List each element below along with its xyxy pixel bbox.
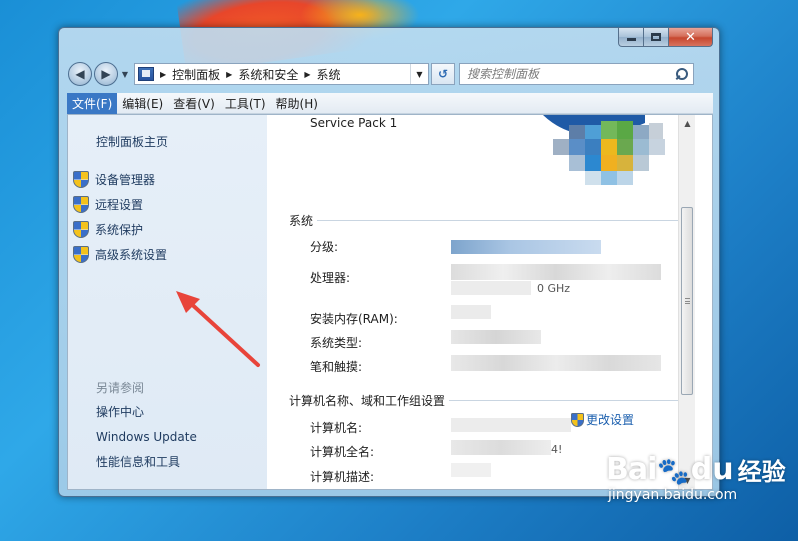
uac-shield-icon: [73, 246, 89, 263]
task-list: 设备管理器 远程设置 系统保护 高级系统设置: [73, 167, 167, 267]
watermark-bai: Bai: [606, 452, 657, 487]
full-computer-name-fragment: 4!: [551, 443, 563, 456]
task-label: 系统保护: [95, 223, 144, 237]
forward-button[interactable]: ▶: [94, 62, 118, 86]
recent-pages-dropdown[interactable]: ▼: [120, 70, 130, 79]
service-pack-text: Service Pack 1: [310, 116, 398, 130]
address-bar[interactable]: ▶ 控制面板 ▶ 系统和安全 ▶ 系统 ▼: [134, 63, 429, 85]
refresh-button[interactable]: ↺: [431, 63, 455, 85]
task-label: 高级系统设置: [95, 248, 168, 262]
minimize-button[interactable]: [618, 28, 644, 47]
rating-label: 分级:: [310, 240, 339, 254]
refresh-icon: ↺: [437, 67, 449, 81]
watermark-jingyan: 经验: [737, 458, 786, 486]
pen-touch-value-redacted: [451, 355, 661, 371]
watermark-du: du: [690, 452, 734, 487]
breadcrumb-system[interactable]: 系统: [317, 66, 341, 83]
close-button[interactable]: ✕: [669, 28, 713, 47]
caption-buttons: ✕: [618, 28, 713, 47]
search-icon[interactable]: [676, 68, 688, 80]
processor-value-redacted-1: [451, 264, 661, 280]
computer-description-value-redacted: [451, 463, 491, 477]
see-also-heading: 另请参阅: [96, 381, 145, 395]
task-device-manager[interactable]: 设备管理器: [73, 167, 167, 192]
task-system-protection[interactable]: 系统保护: [73, 217, 167, 242]
computer-name-section-header: 计算机名称、域和工作组设置: [289, 392, 685, 409]
menu-bar: 文件(F) 编辑(E) 查看(V) 工具(T) 帮助(H): [67, 92, 713, 114]
minimize-icon: [626, 38, 636, 41]
computer-name-label: 计算机名:: [310, 421, 363, 435]
content-area: 控制面板主页 设备管理器 远程设置 系统保护 高级系统设置 另请参阅 操作中心 …: [67, 114, 713, 490]
computer-name-section-title: 计算机名称、域和工作组设置: [289, 394, 446, 408]
left-task-pane: 控制面板主页 设备管理器 远程设置 系统保护 高级系统设置 另请参阅 操作中心 …: [68, 115, 267, 489]
search-input[interactable]: [467, 67, 657, 81]
full-computer-name-value-redacted: [451, 440, 551, 455]
control-panel-home-link[interactable]: 控制面板主页: [96, 133, 168, 150]
pen-touch-label: 笔和触摸:: [310, 360, 363, 374]
link-action-center[interactable]: 操作中心: [96, 399, 197, 424]
paw-icon: 🐾: [657, 457, 690, 487]
uac-shield-icon: [73, 171, 89, 188]
vertical-scrollbar[interactable]: ▲ ▼: [678, 115, 695, 489]
system-info-pane: Service Pack 1 系统 分级: 处理器: 0 GHz 安装内存(RA…: [267, 115, 695, 489]
uac-shield-icon: [73, 196, 89, 213]
menu-view[interactable]: 查看(V): [168, 93, 220, 114]
scroll-grip-icon: [685, 298, 690, 304]
task-remote-settings[interactable]: 远程设置: [73, 192, 167, 217]
computer-description-label: 计算机描述:: [310, 470, 375, 484]
baidu-jingyan-watermark: Bai 🐾 du 经验 jingyan.baidu.com: [606, 452, 786, 503]
system-type-value-redacted: [451, 330, 541, 344]
breadcrumb-separator-icon[interactable]: ▶: [304, 70, 310, 79]
windows-logo-icon: [541, 115, 677, 199]
breadcrumb-control-panel[interactable]: 控制面板: [172, 66, 220, 83]
computer-name-value-redacted: [451, 418, 571, 432]
task-label: 设备管理器: [95, 173, 156, 187]
address-dropdown-button[interactable]: ▼: [410, 64, 428, 84]
see-also-links: 操作中心 Windows Update 性能信息和工具: [96, 399, 197, 474]
control-panel-icon: [138, 67, 154, 81]
link-windows-update[interactable]: Windows Update: [96, 424, 197, 449]
baidu-logo: Bai 🐾 du 经验: [606, 452, 786, 487]
system-section-header: 系统: [289, 212, 685, 229]
back-arrow-icon: ◀: [75, 67, 85, 81]
system-type-label: 系统类型:: [310, 336, 363, 350]
processor-label: 处理器:: [310, 271, 351, 285]
task-label: 远程设置: [95, 198, 144, 212]
menu-tools[interactable]: 工具(T): [220, 93, 271, 114]
menu-edit[interactable]: 编辑(E): [117, 93, 168, 114]
processor-value-redacted-2: [451, 281, 531, 295]
processor-speed-fragment: 0 GHz: [537, 282, 571, 295]
uac-shield-icon: [571, 412, 584, 427]
change-settings-label: 更改设置: [586, 413, 635, 427]
menu-help[interactable]: 帮助(H): [271, 93, 323, 114]
change-settings-link[interactable]: 更改设置: [571, 411, 634, 428]
task-advanced-system-settings[interactable]: 高级系统设置: [73, 242, 167, 267]
system-window: ✕ ◀ ▶ ▼ ▶ 控制面板 ▶ 系统和安全 ▶ 系统 ▼ ↺ 文件(F): [58, 27, 720, 497]
full-computer-name-label: 计算机全名:: [310, 445, 375, 459]
rating-value-redacted[interactable]: [451, 240, 601, 254]
scroll-up-button[interactable]: ▲: [679, 115, 696, 132]
forward-arrow-icon: ▶: [101, 67, 111, 81]
search-box[interactable]: [459, 63, 694, 85]
maximize-icon: [651, 33, 661, 41]
navigation-bar: ◀ ▶ ▼ ▶ 控制面板 ▶ 系统和安全 ▶ 系统 ▼ ↺: [68, 61, 713, 87]
link-performance-tools[interactable]: 性能信息和工具: [96, 449, 197, 474]
maximize-button[interactable]: [644, 28, 669, 47]
breadcrumb-separator-icon[interactable]: ▶: [160, 70, 166, 79]
uac-shield-icon: [73, 221, 89, 238]
scroll-thumb[interactable]: [681, 207, 693, 395]
system-section-title: 系统: [289, 214, 314, 228]
ram-value-redacted: [451, 305, 491, 319]
ram-label: 安装内存(RAM):: [310, 312, 398, 326]
menu-file[interactable]: 文件(F): [67, 92, 118, 114]
back-button[interactable]: ◀: [68, 62, 92, 86]
breadcrumb-separator-icon[interactable]: ▶: [226, 70, 232, 79]
breadcrumb-system-security[interactable]: 系统和安全: [238, 66, 298, 83]
annotation-arrow-icon: [176, 291, 260, 367]
close-icon: ✕: [685, 29, 696, 45]
watermark-url: jingyan.baidu.com: [608, 487, 738, 503]
